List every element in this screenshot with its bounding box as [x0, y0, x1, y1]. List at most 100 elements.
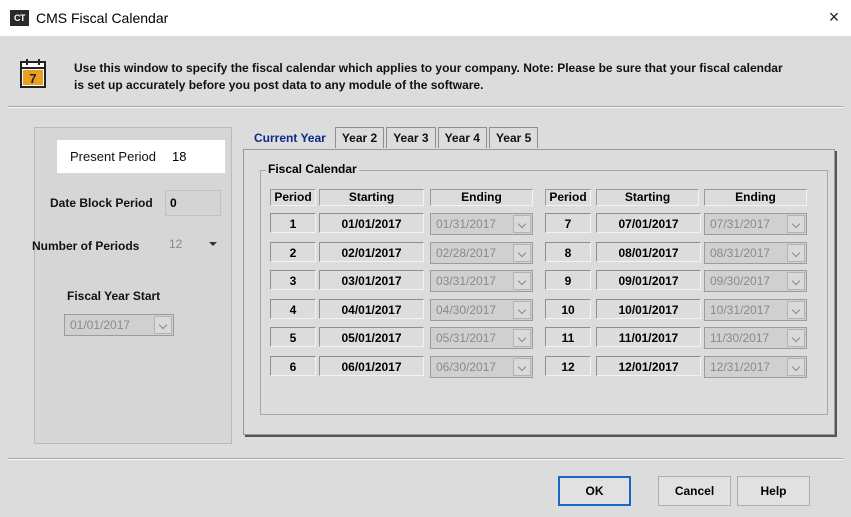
footer-divider	[8, 458, 843, 460]
period-start-date-cell[interactable]: 04/01/2017	[319, 299, 424, 319]
period-end-date-field[interactable]: 02/28/2017	[430, 242, 533, 264]
ending-header: Ending	[704, 189, 807, 206]
chevron-down-icon	[209, 242, 217, 246]
period-end-date-field[interactable]: 04/30/2017	[430, 299, 533, 321]
date-block-period-field[interactable]: 0	[165, 190, 221, 216]
present-period-field[interactable]: 18	[172, 149, 186, 164]
period-end-date-value: 11/30/2017	[710, 331, 770, 345]
period-end-date-value: 07/31/2017	[710, 217, 771, 231]
period-end-date-field[interactable]: 01/31/2017	[430, 213, 533, 235]
tab-year-2[interactable]: Year 2	[334, 127, 385, 148]
period-header: Period	[270, 189, 316, 206]
period-end-date-value: 10/31/2017	[710, 303, 771, 317]
tab-year-4[interactable]: Year 4	[437, 127, 487, 148]
period-header: Period	[545, 189, 591, 206]
period-start-date-cell[interactable]: 12/01/2017	[596, 356, 701, 376]
cancel-button[interactable]: Cancel	[658, 476, 731, 506]
period-end-date-value: 01/31/2017	[436, 217, 497, 231]
period-end-date-value: 02/28/2017	[436, 246, 497, 260]
period-start-date-cell[interactable]: 01/01/2017	[319, 213, 424, 233]
close-icon[interactable]: ×	[823, 6, 845, 28]
window-title: CMS Fiscal Calendar	[36, 10, 169, 26]
period-number-cell: 1	[270, 213, 316, 233]
period-number-cell: 3	[270, 270, 316, 290]
period-number-cell: 7	[545, 213, 591, 233]
period-start-date-cell[interactable]: 08/01/2017	[596, 242, 701, 262]
year-tabs: Current Year Year 2 Year 3 Year 4 Year 5	[247, 127, 540, 149]
tab-year-5[interactable]: Year 5	[488, 127, 539, 148]
date-dropdown-icon[interactable]	[787, 272, 805, 290]
fiscal-year-start-label: Fiscal Year Start	[67, 289, 161, 303]
period-start-date-cell[interactable]: 06/01/2017	[319, 356, 424, 376]
period-end-date-value: 12/31/2017	[710, 360, 771, 374]
date-dropdown-icon[interactable]	[787, 244, 805, 262]
period-end-date-value: 06/30/2017	[436, 360, 497, 374]
period-end-date-field[interactable]: 08/31/2017	[704, 242, 807, 264]
header-divider	[8, 106, 843, 108]
present-period-label: Present Period	[70, 149, 156, 164]
period-end-date-field[interactable]: 06/30/2017	[430, 356, 533, 378]
period-end-date-field[interactable]: 09/30/2017	[704, 270, 807, 292]
period-end-date-field[interactable]: 11/30/2017	[704, 327, 807, 349]
date-dropdown-icon[interactable]	[154, 316, 172, 334]
period-start-date-cell[interactable]: 10/01/2017	[596, 299, 701, 319]
number-of-periods-label: Number of Periods	[32, 239, 140, 253]
period-number-cell: 9	[545, 270, 591, 290]
period-end-date-value: 04/30/2017	[436, 303, 497, 317]
date-dropdown-icon[interactable]	[513, 244, 531, 262]
ok-button[interactable]: OK	[558, 476, 631, 506]
period-start-date-cell[interactable]: 11/01/2017	[596, 327, 701, 347]
tab-year-3[interactable]: Year 3	[386, 127, 436, 148]
period-number-cell: 2	[270, 242, 316, 262]
period-start-date-cell[interactable]: 07/01/2017	[596, 213, 701, 233]
fiscal-calendar-group	[260, 170, 828, 415]
period-end-date-field[interactable]: 03/31/2017	[430, 270, 533, 292]
period-end-date-field[interactable]: 12/31/2017	[704, 356, 807, 378]
period-number-cell: 12	[545, 356, 591, 376]
app-logo-icon: CT	[10, 10, 29, 26]
date-dropdown-icon[interactable]	[787, 301, 805, 319]
period-start-date-cell[interactable]: 02/01/2017	[319, 242, 424, 262]
date-dropdown-icon[interactable]	[513, 301, 531, 319]
starting-header: Starting	[596, 189, 699, 206]
period-number-cell: 8	[545, 242, 591, 262]
period-end-date-value: 08/31/2017	[710, 246, 771, 260]
date-dropdown-icon[interactable]	[787, 329, 805, 347]
calendar-icon: 7	[20, 59, 46, 88]
date-dropdown-icon[interactable]	[787, 358, 805, 376]
period-number-cell: 5	[270, 327, 316, 347]
period-start-date-cell[interactable]: 09/01/2017	[596, 270, 701, 290]
period-end-date-value: 09/30/2017	[710, 274, 771, 288]
period-start-date-cell[interactable]: 03/01/2017	[319, 270, 424, 290]
period-settings-panel	[34, 127, 232, 444]
calendar-day-number: 7	[29, 71, 36, 86]
date-dropdown-icon[interactable]	[513, 329, 531, 347]
tab-current-year[interactable]: Current Year	[247, 127, 333, 148]
number-of-periods-value: 12	[169, 237, 183, 251]
help-button[interactable]: Help	[737, 476, 810, 506]
period-number-cell: 10	[545, 299, 591, 319]
period-end-date-field[interactable]: 10/31/2017	[704, 299, 807, 321]
period-start-date-cell[interactable]: 05/01/2017	[319, 327, 424, 347]
period-end-date-field[interactable]: 05/31/2017	[430, 327, 533, 349]
fiscal-year-start-field[interactable]: 01/01/2017	[64, 314, 174, 336]
period-end-date-value: 03/31/2017	[436, 274, 497, 288]
instructions-line-1: Use this window to specify the fiscal ca…	[74, 61, 783, 75]
date-dropdown-icon[interactable]	[513, 272, 531, 290]
date-dropdown-icon[interactable]	[513, 215, 531, 233]
title-bar: CT CMS Fiscal Calendar ×	[0, 0, 851, 36]
ending-header: Ending	[430, 189, 533, 206]
instructions-text: Use this window to specify the fiscal ca…	[74, 60, 849, 94]
starting-header: Starting	[319, 189, 424, 206]
period-number-cell: 6	[270, 356, 316, 376]
fiscal-calendar-legend: Fiscal Calendar	[266, 162, 359, 176]
fiscal-year-start-value: 01/01/2017	[70, 318, 131, 332]
date-dropdown-icon[interactable]	[787, 215, 805, 233]
period-number-cell: 11	[545, 327, 591, 347]
date-block-period-label: Date Block Period	[50, 196, 153, 210]
number-of-periods-select[interactable]: 12	[165, 232, 221, 256]
date-dropdown-icon[interactable]	[513, 358, 531, 376]
period-end-date-field[interactable]: 07/31/2017	[704, 213, 807, 235]
instructions-line-2: is set up accurately before you post dat…	[74, 78, 484, 92]
period-end-date-value: 05/31/2017	[436, 331, 497, 345]
